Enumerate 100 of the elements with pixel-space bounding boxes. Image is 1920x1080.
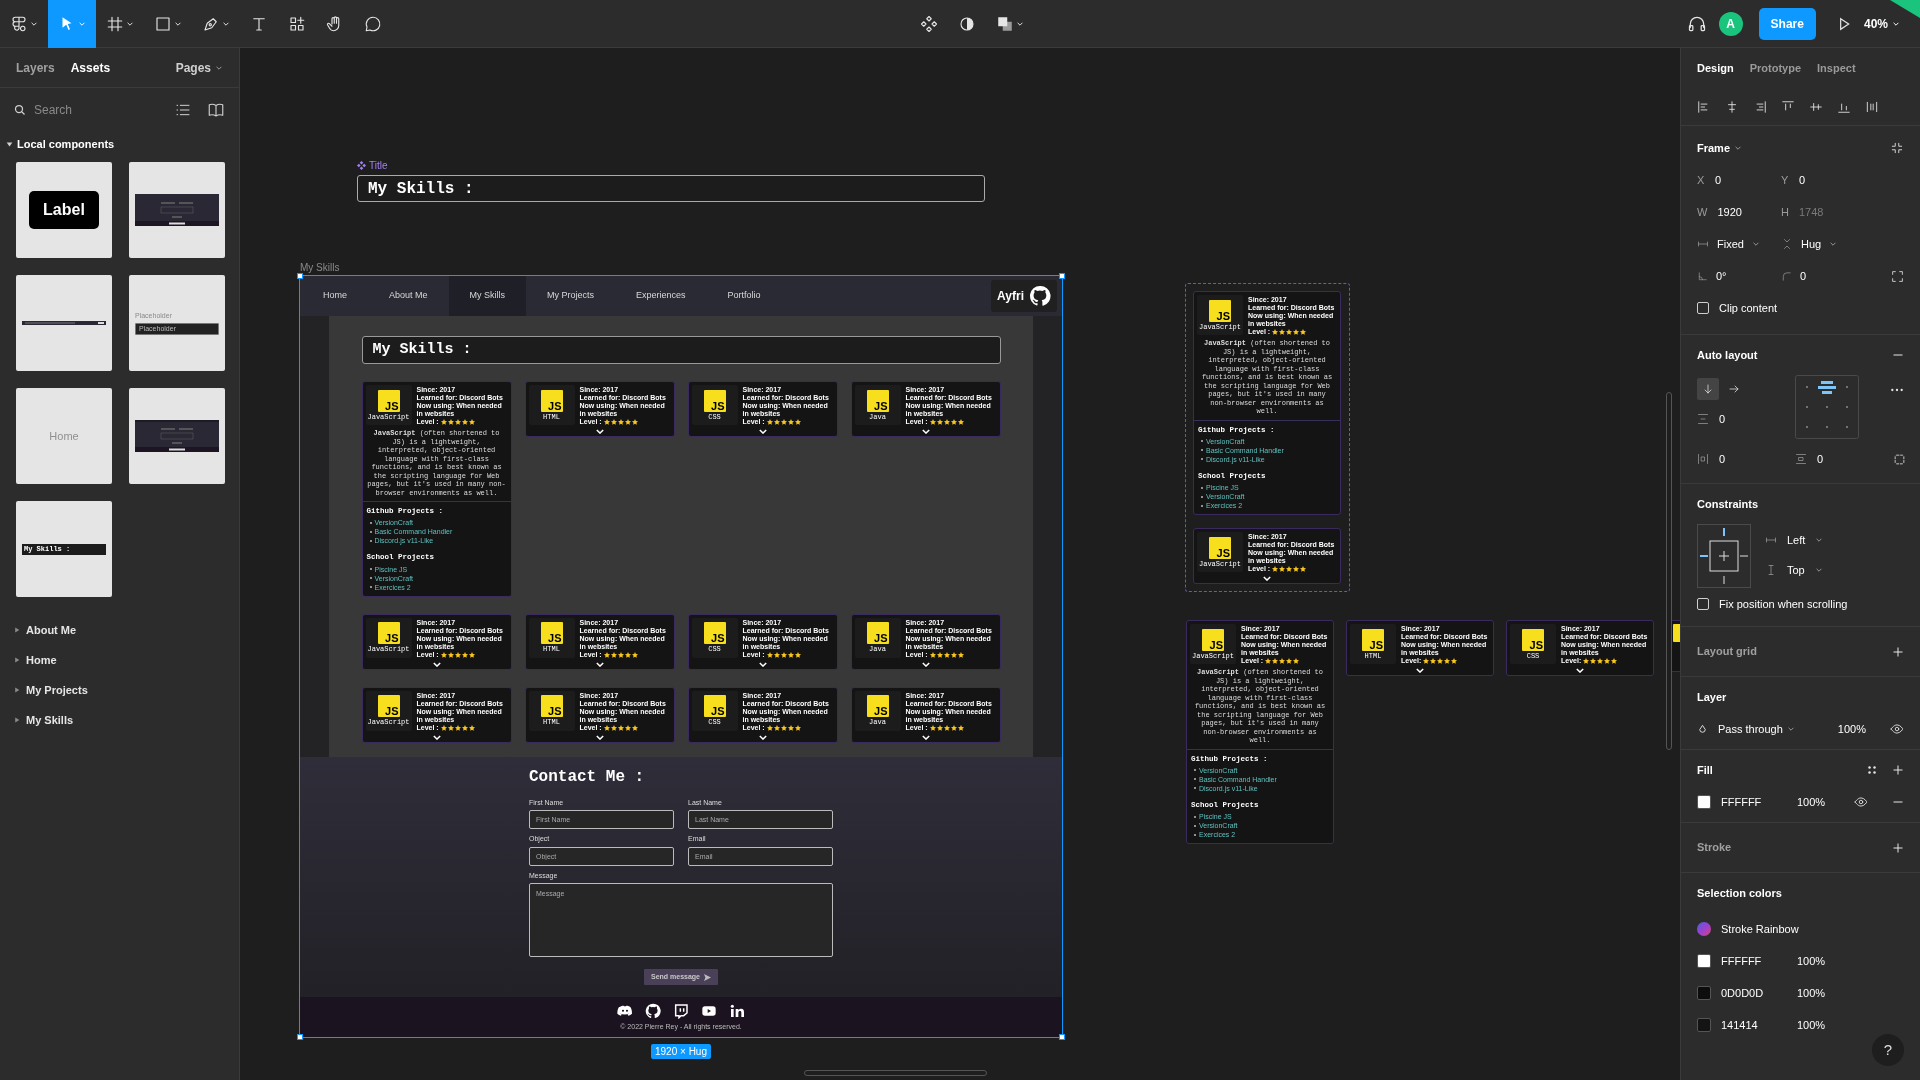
toolbar-button[interactable] xyxy=(920,15,938,33)
component-thumbnail[interactable] xyxy=(16,275,112,371)
chevron-down-icon[interactable] xyxy=(758,661,767,667)
toolbar-button[interactable] xyxy=(996,15,1024,33)
resize-handle[interactable] xyxy=(1059,1033,1065,1040)
nav-link[interactable]: Portfolio xyxy=(706,276,782,316)
chevron-down-icon[interactable] xyxy=(432,661,441,667)
color-swatch[interactable] xyxy=(1697,795,1711,809)
align-top-icon[interactable] xyxy=(1781,99,1795,114)
toolbar-button[interactable] xyxy=(958,15,976,33)
chevron-down-icon[interactable] xyxy=(758,429,767,434)
frame-dropdown[interactable]: Frame xyxy=(1697,139,1743,157)
scrollbar[interactable] xyxy=(804,1070,987,1076)
hex-field[interactable]: 0D0D0D xyxy=(1721,984,1787,1002)
panel-tab[interactable]: Inspect xyxy=(1817,59,1856,77)
opacity-field[interactable]: 100% xyxy=(1797,952,1826,970)
chevron-down-icon[interactable] xyxy=(595,429,604,434)
component-thumbnail[interactable] xyxy=(129,388,225,484)
hex-field[interactable]: 141414 xyxy=(1721,1016,1787,1034)
checkbox[interactable] xyxy=(1697,598,1709,610)
github-icon[interactable] xyxy=(645,1003,661,1019)
number-field[interactable]: 0° xyxy=(1716,267,1727,285)
plus-icon[interactable] xyxy=(1892,645,1904,658)
color-swatch[interactable] xyxy=(1697,954,1711,968)
hex-field[interactable]: FFFFFF xyxy=(1721,952,1787,970)
number-field[interactable]: 0 xyxy=(1817,450,1824,468)
resize-handle[interactable] xyxy=(297,1033,303,1040)
nav-link[interactable]: Home xyxy=(302,276,368,316)
pages-dropdown[interactable]: Pages xyxy=(175,58,223,77)
panel-tab[interactable]: Layers xyxy=(16,58,55,77)
chevron-down-icon[interactable] xyxy=(432,734,441,740)
play-button-icon[interactable] xyxy=(701,1003,717,1019)
opacity-field[interactable]: 100% xyxy=(1797,793,1826,811)
styles-icon[interactable] xyxy=(1866,764,1878,776)
nav-link[interactable]: My Skills xyxy=(448,276,527,316)
distribute-icon[interactable] xyxy=(1865,99,1879,114)
resize-handle[interactable] xyxy=(1059,273,1065,279)
chevron-down-icon[interactable] xyxy=(921,429,930,434)
color-swatch[interactable] xyxy=(1697,986,1711,1000)
number-field[interactable]: 1920 xyxy=(1717,203,1742,221)
asset-group[interactable]: My Projects xyxy=(0,675,239,705)
gradient-swatch[interactable] xyxy=(1697,922,1711,936)
chat-bubble-icon[interactable] xyxy=(673,1003,689,1019)
chevron-down-icon[interactable] xyxy=(595,661,604,667)
direction-button[interactable] xyxy=(1697,378,1719,400)
individual-padding-icon[interactable] xyxy=(1893,452,1906,466)
resize-handle[interactable] xyxy=(297,273,303,279)
resizing-dropdown[interactable]: Fixed xyxy=(1697,235,1781,253)
opacity-field[interactable]: 100% xyxy=(1797,1016,1826,1034)
zoom-dropdown[interactable]: 40% xyxy=(1863,14,1888,33)
chevron-down-icon[interactable] xyxy=(1576,668,1584,673)
constraint-dropdown[interactable]: Left xyxy=(1765,528,1824,552)
number-field[interactable]: 0 xyxy=(1719,450,1726,468)
eye-icon[interactable] xyxy=(1854,795,1868,809)
independent-corners-icon[interactable] xyxy=(1891,269,1904,283)
section-header[interactable]: Local components xyxy=(0,132,239,156)
chevron-down-icon[interactable] xyxy=(758,734,767,740)
discord-icon[interactable] xyxy=(617,1003,633,1019)
eye-icon[interactable] xyxy=(1890,722,1904,736)
component-thumbnail[interactable]: Label xyxy=(16,162,112,258)
asset-group[interactable]: Home xyxy=(0,645,239,675)
hex-field[interactable]: FFFFFF xyxy=(1721,793,1787,811)
nav-link[interactable]: My Projects xyxy=(526,276,616,316)
chevron-down-icon[interactable] xyxy=(1263,576,1271,581)
search-field[interactable]: Search xyxy=(34,101,167,119)
align-center-icon[interactable] xyxy=(1725,99,1739,114)
book-icon[interactable] xyxy=(207,101,225,119)
list-view-icon[interactable] xyxy=(175,102,191,118)
number-field[interactable]: 0 xyxy=(1719,410,1726,428)
panel-tab[interactable]: Assets xyxy=(70,58,111,77)
panel-tab[interactable]: Design xyxy=(1697,59,1734,77)
brand-badge[interactable]: Ayfri xyxy=(991,280,1057,312)
number-field[interactable]: 0 xyxy=(1715,171,1722,189)
nav-link[interactable]: Experiences xyxy=(615,276,707,316)
number-field[interactable]: 0 xyxy=(1800,267,1807,285)
asset-group[interactable]: About Me xyxy=(0,615,239,645)
chevron-down-icon[interactable] xyxy=(921,661,930,667)
plus-icon[interactable] xyxy=(1892,841,1904,854)
nav-link[interactable]: About Me xyxy=(368,276,449,316)
chevron-down-icon[interactable] xyxy=(921,734,930,740)
plus-icon[interactable] xyxy=(1892,764,1904,776)
linkedin-icon[interactable] xyxy=(729,1003,745,1019)
chevron-down-icon[interactable] xyxy=(595,734,604,740)
opacity-field[interactable]: 100% xyxy=(1797,984,1826,1002)
color-swatch[interactable] xyxy=(1697,1018,1711,1032)
scrollbar[interactable] xyxy=(1666,392,1672,750)
blend-mode-dropdown[interactable]: Pass through xyxy=(1718,720,1795,738)
asset-group[interactable]: My Skills xyxy=(0,705,239,735)
component-thumbnail[interactable] xyxy=(129,162,225,258)
number-field[interactable]: 0 xyxy=(1799,171,1806,189)
opacity-field[interactable]: 100% xyxy=(1837,720,1866,738)
checkbox[interactable] xyxy=(1697,302,1709,314)
constraints-widget[interactable] xyxy=(1697,524,1751,588)
collapse-icon[interactable] xyxy=(1890,141,1904,155)
alignment-grid[interactable] xyxy=(1795,375,1859,439)
constraint-dropdown[interactable]: Top xyxy=(1765,558,1824,582)
chevron-down-icon[interactable] xyxy=(1416,668,1424,673)
resizing-dropdown[interactable]: Hug xyxy=(1781,235,1865,253)
help-button[interactable]: ? xyxy=(1872,1034,1904,1066)
panel-tab[interactable]: Prototype xyxy=(1749,59,1802,77)
